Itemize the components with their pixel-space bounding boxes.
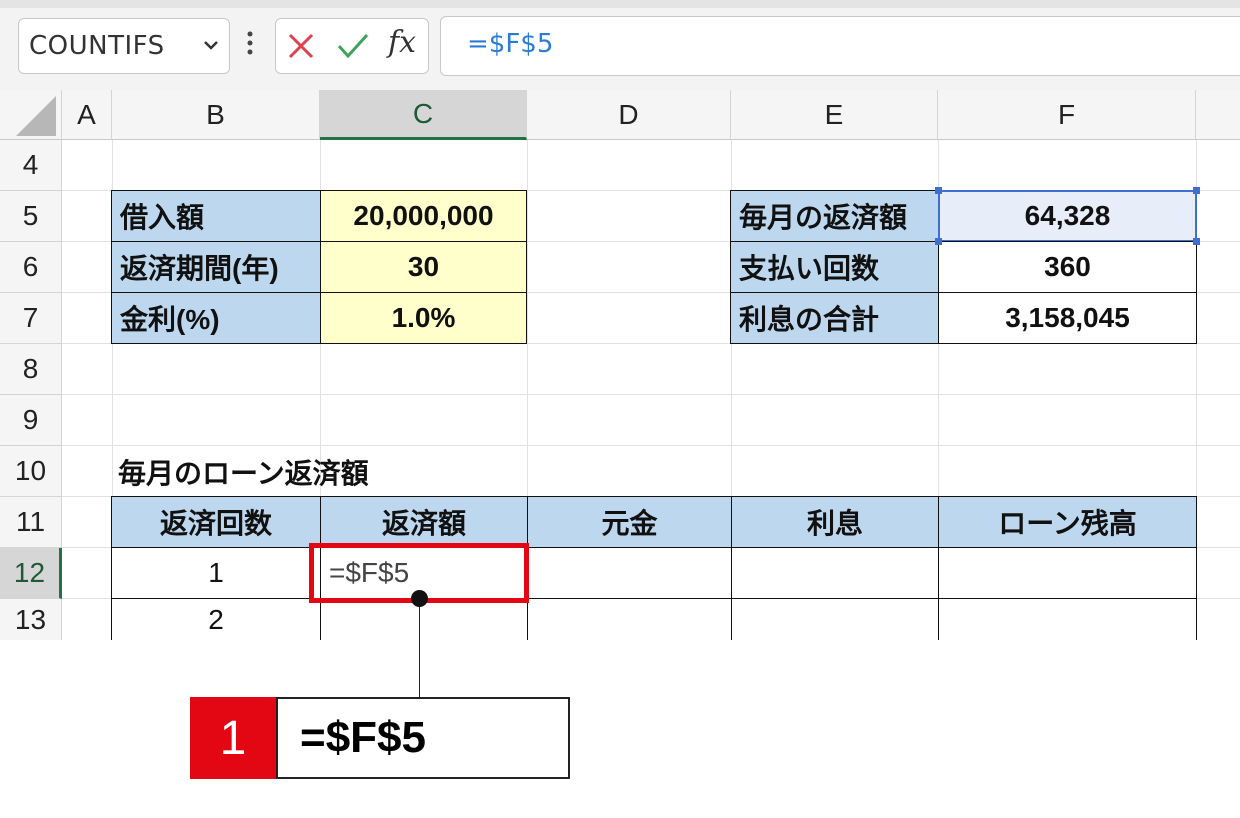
selection-handle[interactable] — [1193, 187, 1200, 194]
cancel-icon[interactable] — [286, 31, 316, 61]
more-options-icon[interactable] — [244, 28, 256, 64]
name-box[interactable]: COUNTIFS — [18, 18, 230, 74]
row-header-7[interactable]: 7 — [0, 293, 62, 344]
table-cell[interactable]: 1 — [111, 547, 321, 599]
loan-term-label[interactable]: 返済期間(年) — [111, 241, 321, 293]
monthly-payment-value[interactable]: 64,328 — [938, 190, 1197, 242]
table-cell[interactable] — [731, 547, 939, 599]
header-interest[interactable]: 利息 — [731, 496, 939, 548]
gridline — [62, 445, 1240, 446]
table-cell[interactable] — [731, 598, 939, 640]
table-cell[interactable] — [938, 547, 1197, 599]
loan-amount-label[interactable]: 借入額 — [111, 190, 321, 242]
loan-amount-value[interactable]: 20,000,000 — [320, 190, 527, 242]
payment-count-label[interactable]: 支払い回数 — [730, 241, 939, 293]
header-loan-balance[interactable]: ローン残高 — [938, 496, 1197, 548]
column-header-e[interactable]: E — [731, 90, 938, 140]
insert-function-icon[interactable]: fx — [388, 25, 416, 60]
fill-handle[interactable] — [1193, 238, 1200, 245]
row-header-5[interactable]: 5 — [0, 191, 62, 242]
callout-dot — [411, 590, 428, 607]
column-header-b[interactable]: B — [112, 90, 320, 140]
column-header-c[interactable]: C — [320, 90, 527, 140]
loan-term-value[interactable]: 30 — [320, 241, 527, 293]
ribbon-edge — [0, 0, 1240, 8]
excel-window: COUNTIFS fx =$F$5 A B C D E F 4 5 6 7 8 … — [0, 0, 1240, 818]
callout-formula: =$F$5 — [276, 697, 570, 779]
formula-input[interactable]: =$F$5 — [440, 16, 1240, 76]
table-title: 毎月のローン返済額 — [118, 458, 369, 489]
table-cell[interactable]: 2 — [111, 598, 321, 640]
step-badge: 1 — [190, 697, 276, 779]
interest-rate-label[interactable]: 金利(%) — [111, 292, 321, 344]
row-header-12[interactable]: 12 — [0, 548, 62, 599]
selection-handle[interactable] — [935, 187, 942, 194]
header-principal[interactable]: 元金 — [527, 496, 732, 548]
column-header-a[interactable]: A — [62, 90, 112, 140]
formula-text: =$F$5 — [467, 29, 554, 59]
column-header-g[interactable] — [1196, 90, 1240, 140]
row-header-8[interactable]: 8 — [0, 344, 62, 395]
column-header-f[interactable]: F — [938, 90, 1196, 140]
select-all-icon — [16, 96, 56, 136]
table-cell[interactable] — [527, 598, 732, 640]
enter-check-icon[interactable] — [336, 31, 370, 61]
total-interest-value[interactable]: 3,158,045 — [938, 292, 1197, 344]
total-interest-label[interactable]: 利息の合計 — [730, 292, 939, 344]
payment-count-value[interactable]: 360 — [938, 241, 1197, 293]
selection-handle[interactable] — [935, 238, 942, 245]
row-header-10[interactable]: 10 — [0, 446, 62, 497]
table-cell[interactable] — [938, 598, 1197, 640]
column-header-d[interactable]: D — [527, 90, 731, 140]
table-cell[interactable] — [527, 547, 732, 599]
row-header-6[interactable]: 6 — [0, 242, 62, 293]
header-payment-amount[interactable]: 返済額 — [320, 496, 528, 548]
row-header-4[interactable]: 4 — [0, 140, 62, 191]
row-header-13[interactable]: 13 — [0, 599, 62, 640]
row-header-9[interactable]: 9 — [0, 395, 62, 446]
gridline — [62, 394, 1240, 395]
chevron-down-icon[interactable] — [201, 35, 221, 55]
row-header-11[interactable]: 11 — [0, 497, 62, 548]
formula-actions: fx — [275, 18, 429, 74]
callout-leader-line — [419, 598, 420, 698]
name-box-value: COUNTIFS — [29, 31, 165, 61]
interest-rate-value[interactable]: 1.0% — [320, 292, 527, 344]
monthly-payment-label[interactable]: 毎月の返済額 — [730, 190, 939, 242]
header-payment-number[interactable]: 返済回数 — [111, 496, 321, 548]
